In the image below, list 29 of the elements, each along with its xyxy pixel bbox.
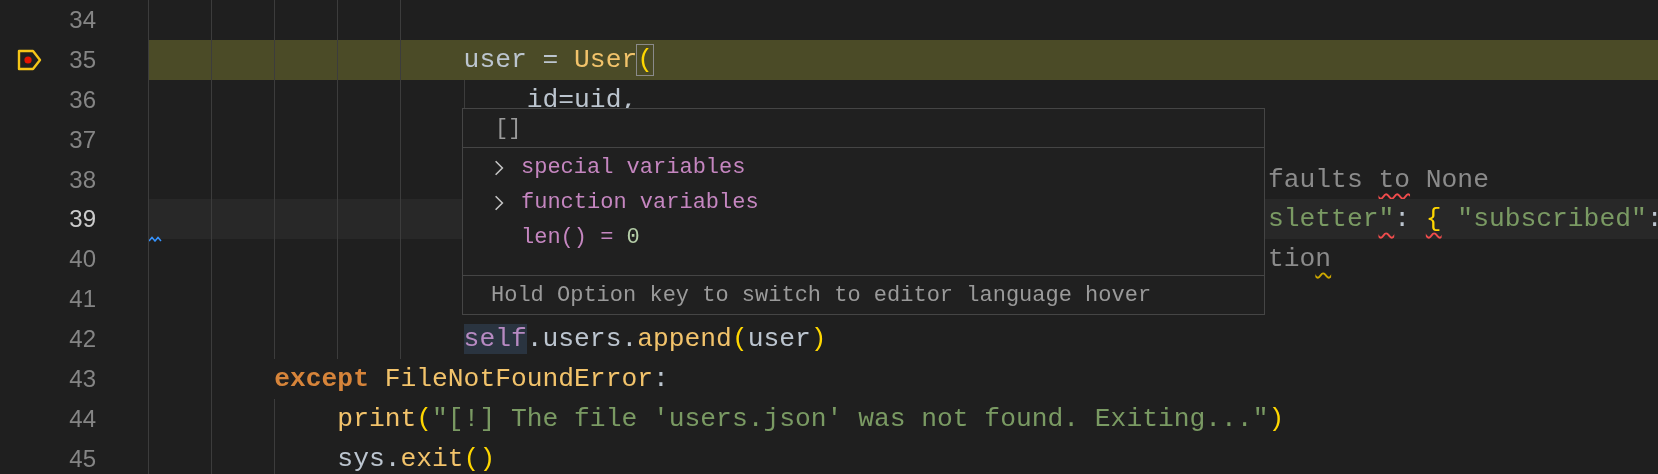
line-number: 37 xyxy=(68,125,96,154)
code-line: self.users.append(user) xyxy=(463,324,827,355)
code-line: faults to None xyxy=(1268,164,1489,195)
code-line: id=uid, xyxy=(526,84,638,115)
line-number: 42 xyxy=(68,325,96,354)
line-number: 44 xyxy=(68,404,96,433)
code-line: sys.exit() xyxy=(337,443,496,474)
line-number: 45 xyxy=(68,444,96,473)
line-number: 41 xyxy=(68,285,96,314)
line-number: 43 xyxy=(68,364,96,393)
hover-title: [] xyxy=(495,115,522,141)
variable-row[interactable]: special variables xyxy=(463,150,1264,185)
code-line: tion xyxy=(1268,244,1332,275)
line-number: 39 xyxy=(68,205,96,234)
code-line: except FileNotFoundError: xyxy=(274,363,669,394)
variable-row[interactable]: function variables xyxy=(463,185,1264,220)
chevron-right-icon[interactable] xyxy=(493,193,505,212)
breakpoint-icon[interactable] xyxy=(17,48,43,71)
code-line: sletter": { "subscribed": xyxy=(1268,204,1658,235)
hover-hint: Hold Option key to switch to editor language hover xyxy=(491,282,1152,308)
variable-row[interactable]: len() = 0 xyxy=(463,220,1264,255)
chevron-right-icon[interactable] xyxy=(493,158,505,177)
line-number: 34 xyxy=(68,5,96,34)
line-number: 35 xyxy=(68,45,96,74)
code-line: user = User( xyxy=(463,44,653,75)
line-number: 36 xyxy=(68,85,96,114)
code-line: print("[!] The file 'users.json' was not found. Exiting...") xyxy=(337,403,1285,434)
line-number: 40 xyxy=(68,245,96,274)
line-number: 38 xyxy=(68,165,96,194)
